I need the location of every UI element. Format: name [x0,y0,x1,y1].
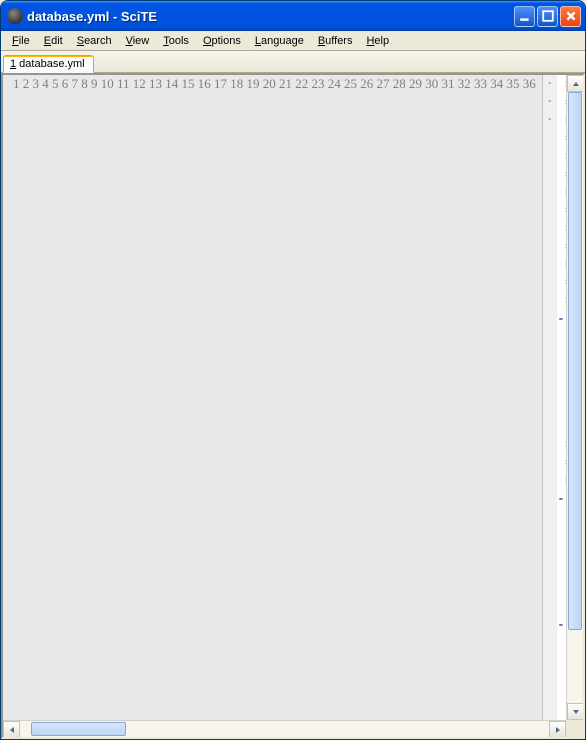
scroll-down-button[interactable] [567,703,584,720]
menu-tools[interactable]: Tools [156,33,196,49]
scrollbar-corner [566,720,583,737]
menu-search[interactable]: Search [70,33,119,49]
tabstrip: 1 database.yml [1,51,585,73]
hscroll-thumb[interactable] [31,722,126,736]
close-button[interactable] [560,6,581,27]
menu-edit[interactable]: Edit [37,33,70,49]
horizontal-scrollbar[interactable] [3,720,566,737]
menu-language[interactable]: Language [248,33,311,49]
fold-margin[interactable]: - - - [543,75,557,737]
window-title: database.yml - SciTE [27,9,514,24]
vscroll-thumb[interactable] [568,92,582,630]
menu-help[interactable]: Help [359,33,396,49]
scroll-left-button[interactable] [3,721,20,738]
menu-options[interactable]: Options [196,33,248,49]
menu-file[interactable]: File [5,33,37,49]
menu-view[interactable]: View [119,33,157,49]
editor[interactable]: 1 2 3 4 5 6 7 8 9 10 11 12 13 14 15 16 1… [1,73,585,739]
tab-database-yml[interactable]: 1 database.yml [3,55,94,73]
scroll-up-button[interactable] [567,75,584,92]
scroll-right-button[interactable] [549,721,566,738]
menu-buffers[interactable]: Buffers [311,33,360,49]
vscroll-track[interactable] [567,92,583,703]
hscroll-track[interactable] [20,721,549,737]
vertical-scrollbar[interactable] [566,75,583,720]
minimize-button[interactable] [514,6,535,27]
titlebar[interactable]: database.yml - SciTE [1,1,585,31]
maximize-button[interactable] [537,6,558,27]
menubar: File Edit Search View Tools Options Lang… [1,31,585,51]
line-number-gutter: 1 2 3 4 5 6 7 8 9 10 11 12 13 14 15 16 1… [3,75,543,737]
app-icon [7,8,23,24]
